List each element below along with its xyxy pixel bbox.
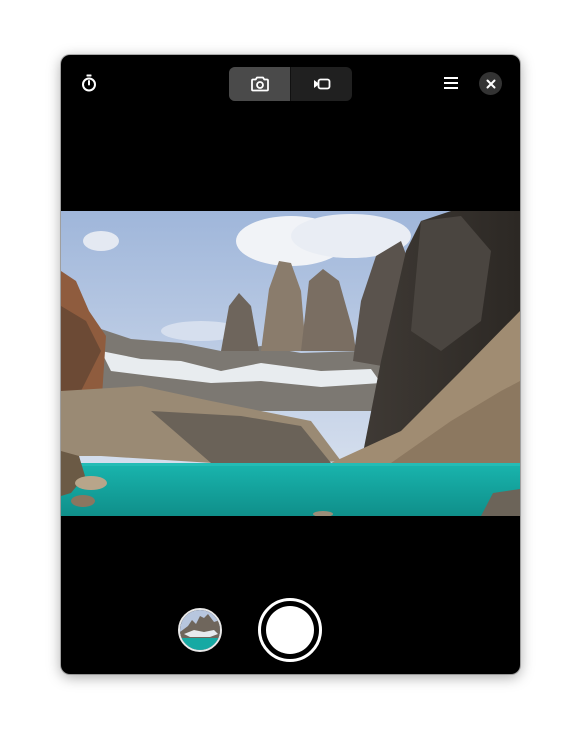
video-mode-button[interactable]	[290, 67, 352, 101]
close-icon	[486, 79, 495, 88]
capture-mode-switch	[229, 67, 352, 101]
hamburger-menu-icon	[444, 77, 458, 89]
main-menu-button[interactable]	[439, 71, 463, 95]
camera-icon	[250, 76, 269, 92]
camera-viewfinder[interactable]	[61, 211, 520, 516]
timer-button[interactable]	[77, 71, 101, 95]
shutter-button[interactable]	[258, 598, 322, 662]
viewfinder-image	[61, 211, 520, 516]
close-button[interactable]	[479, 72, 502, 95]
gallery-thumbnail[interactable]	[178, 608, 222, 652]
camera-window	[61, 55, 520, 674]
shutter-inner-circle	[266, 606, 314, 654]
timer-icon	[82, 74, 96, 92]
photo-mode-button[interactable]	[229, 67, 290, 101]
last-photo-thumbnail	[180, 610, 220, 650]
video-camera-icon	[313, 78, 330, 90]
